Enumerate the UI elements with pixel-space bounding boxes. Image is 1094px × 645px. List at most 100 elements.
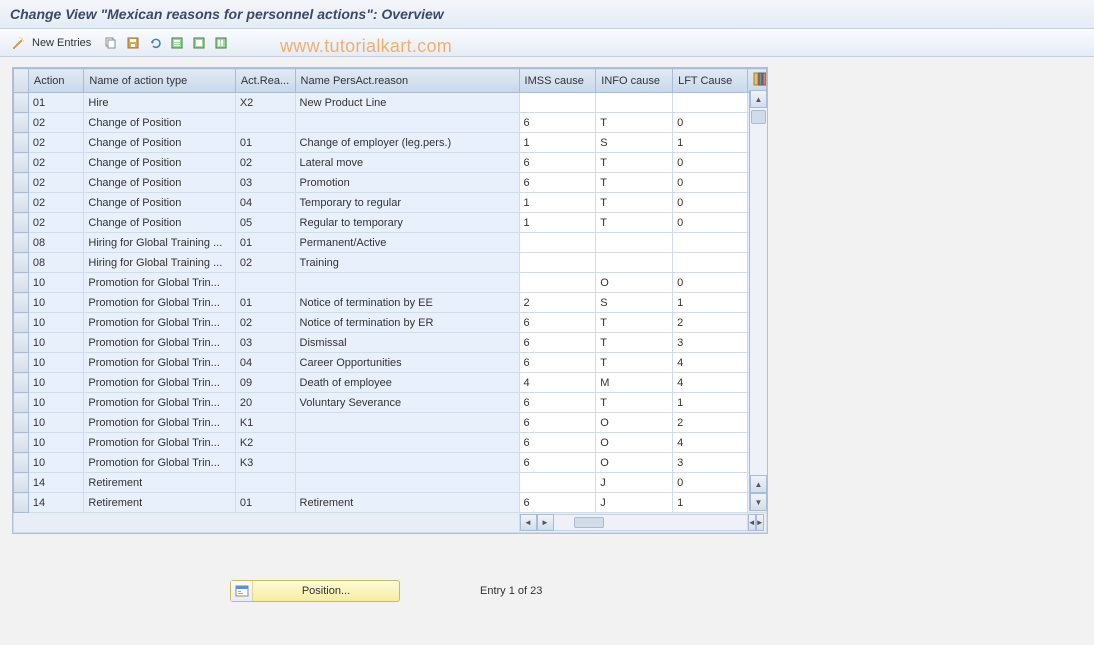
cell-lft-cause[interactable]: 1 — [673, 133, 748, 153]
cell-imss-cause[interactable]: 6 — [519, 153, 596, 173]
cell-imss-cause[interactable]: 1 — [519, 133, 596, 153]
cell-lft-cause[interactable]: 3 — [673, 453, 748, 473]
cell-imss-cause[interactable]: 6 — [519, 453, 596, 473]
table-row[interactable]: 02Change of Position02Lateral move6T0 — [14, 153, 767, 173]
cell-action[interactable]: 10 — [28, 433, 83, 453]
row-selector[interactable] — [14, 173, 29, 193]
table-row[interactable]: 08Hiring for Global Training ...02Traini… — [14, 253, 767, 273]
cell-lft-cause[interactable] — [673, 233, 748, 253]
cell-action[interactable]: 10 — [28, 273, 83, 293]
table-row[interactable]: 14Retirement01Retirement6J1 — [14, 493, 767, 513]
cell-lft-cause[interactable]: 3 — [673, 333, 748, 353]
cell-act-reason[interactable]: 01 — [235, 293, 295, 313]
cell-lft-cause[interactable] — [673, 253, 748, 273]
cell-act-reason[interactable]: 04 — [235, 353, 295, 373]
row-selector[interactable] — [14, 493, 29, 513]
cell-act-reason[interactable]: 03 — [235, 333, 295, 353]
cell-info-cause[interactable]: J — [596, 493, 673, 513]
save-icon[interactable] — [125, 35, 141, 51]
cell-imss-cause[interactable] — [519, 233, 596, 253]
cell-action[interactable]: 08 — [28, 253, 83, 273]
cell-info-cause[interactable]: O — [596, 413, 673, 433]
table-row[interactable]: 02Change of Position6T0 — [14, 113, 767, 133]
cell-action[interactable]: 10 — [28, 293, 83, 313]
col-header-name[interactable]: Name of action type — [84, 69, 235, 93]
cell-lft-cause[interactable]: 0 — [673, 113, 748, 133]
row-selector[interactable] — [14, 393, 29, 413]
cell-info-cause[interactable]: T — [596, 173, 673, 193]
cell-info-cause[interactable] — [596, 233, 673, 253]
table-row[interactable]: 08Hiring for Global Training ...01Perman… — [14, 233, 767, 253]
table-row[interactable]: 10Promotion for Global Trin...K16O2 — [14, 413, 767, 433]
cell-info-cause[interactable]: T — [596, 333, 673, 353]
cell-info-cause[interactable]: M — [596, 373, 673, 393]
cell-action[interactable]: 02 — [28, 193, 83, 213]
cell-action[interactable]: 08 — [28, 233, 83, 253]
cell-imss-cause[interactable]: 4 — [519, 373, 596, 393]
scroll-right-icon[interactable]: ► — [756, 514, 764, 531]
cell-lft-cause[interactable]: 0 — [673, 213, 748, 233]
new-entries-button[interactable]: New Entries — [32, 37, 91, 49]
cell-act-reason[interactable]: 02 — [235, 313, 295, 333]
cell-act-reason[interactable]: K3 — [235, 453, 295, 473]
cell-action[interactable]: 10 — [28, 453, 83, 473]
cell-act-reason[interactable]: K1 — [235, 413, 295, 433]
row-selector[interactable] — [14, 113, 29, 133]
cell-act-reason[interactable]: 02 — [235, 253, 295, 273]
table-row[interactable]: 02Change of Position04Temporary to regul… — [14, 193, 767, 213]
scroll-right-icon[interactable]: ► — [537, 514, 554, 531]
row-selector[interactable] — [14, 473, 29, 493]
table-row[interactable]: 10Promotion for Global Trin...20Voluntar… — [14, 393, 767, 413]
cell-lft-cause[interactable]: 0 — [673, 273, 748, 293]
cell-info-cause[interactable]: T — [596, 313, 673, 333]
deselect-icon[interactable] — [191, 35, 207, 51]
cell-imss-cause[interactable] — [519, 253, 596, 273]
cell-act-reason[interactable]: X2 — [235, 93, 295, 113]
cell-lft-cause[interactable]: 2 — [673, 313, 748, 333]
cell-lft-cause[interactable]: 1 — [673, 493, 748, 513]
cell-imss-cause[interactable]: 6 — [519, 433, 596, 453]
row-selector[interactable] — [14, 453, 29, 473]
table-settings-icon[interactable] — [213, 35, 229, 51]
row-selector[interactable] — [14, 133, 29, 153]
row-selector[interactable] — [14, 353, 29, 373]
cell-info-cause[interactable]: T — [596, 153, 673, 173]
cell-action[interactable]: 01 — [28, 93, 83, 113]
table-row[interactable]: 14RetirementJ0 — [14, 473, 767, 493]
cell-info-cause[interactable] — [596, 253, 673, 273]
cell-imss-cause[interactable]: 1 — [519, 213, 596, 233]
cell-act-reason[interactable]: 01 — [235, 133, 295, 153]
cell-lft-cause[interactable]: 0 — [673, 173, 748, 193]
select-all-icon[interactable] — [169, 35, 185, 51]
table-row[interactable]: 02Change of Position01Change of employer… — [14, 133, 767, 153]
cell-lft-cause[interactable]: 0 — [673, 153, 748, 173]
scroll-up-page-icon[interactable]: ▲ — [750, 475, 767, 493]
table-row[interactable]: 10Promotion for Global Trin...01Notice o… — [14, 293, 767, 313]
cell-lft-cause[interactable]: 4 — [673, 433, 748, 453]
row-selector[interactable] — [14, 333, 29, 353]
table-row[interactable]: 10Promotion for Global Trin...O0 — [14, 273, 767, 293]
table-row[interactable]: 02Change of Position05Regular to tempora… — [14, 213, 767, 233]
cell-info-cause[interactable]: J — [596, 473, 673, 493]
copy-icon[interactable] — [103, 35, 119, 51]
cell-imss-cause[interactable]: 6 — [519, 333, 596, 353]
cell-action[interactable]: 10 — [28, 373, 83, 393]
cell-act-reason[interactable]: 01 — [235, 233, 295, 253]
cell-lft-cause[interactable] — [673, 93, 748, 113]
cell-imss-cause[interactable] — [519, 473, 596, 493]
col-header-info[interactable]: INFO cause — [596, 69, 673, 93]
cell-act-reason[interactable]: 09 — [235, 373, 295, 393]
row-selector[interactable] — [14, 153, 29, 173]
cell-imss-cause[interactable]: 1 — [519, 193, 596, 213]
cell-info-cause[interactable]: S — [596, 133, 673, 153]
row-selector[interactable] — [14, 373, 29, 393]
cell-action[interactable]: 02 — [28, 213, 83, 233]
col-header-action[interactable]: Action — [28, 69, 83, 93]
table-row[interactable]: 02Change of Position03Promotion6T0 — [14, 173, 767, 193]
position-button[interactable]: Position... — [230, 580, 400, 602]
cell-imss-cause[interactable]: 2 — [519, 293, 596, 313]
cell-lft-cause[interactable]: 0 — [673, 193, 748, 213]
scroll-up-icon[interactable]: ▲ — [750, 90, 767, 108]
cell-info-cause[interactable]: T — [596, 113, 673, 133]
cell-action[interactable]: 14 — [28, 493, 83, 513]
